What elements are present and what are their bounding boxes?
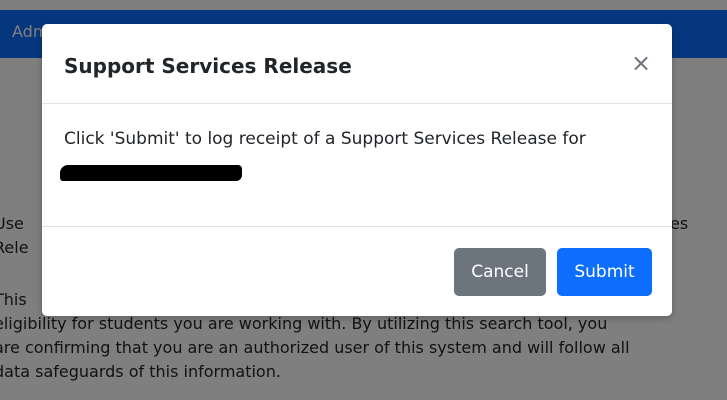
modal-body: Click 'Submit' to log receipt of a Suppo… bbox=[42, 105, 672, 227]
support-release-modal: Support Services Release × Click 'Submit… bbox=[42, 24, 672, 316]
modal-footer: Cancel Submit bbox=[42, 226, 672, 316]
cancel-button[interactable]: Cancel bbox=[454, 248, 546, 296]
modal-title: Support Services Release bbox=[64, 54, 352, 78]
modal-header: Support Services Release × bbox=[42, 24, 672, 104]
redacted-student-name bbox=[60, 165, 242, 181]
modal-body-text: Click 'Submit' to log receipt of a Suppo… bbox=[64, 129, 586, 149]
submit-button[interactable]: Submit bbox=[557, 248, 652, 296]
close-icon[interactable]: × bbox=[628, 50, 654, 76]
page: Admin Use es Rele This eligibility for s… bbox=[0, 0, 727, 400]
